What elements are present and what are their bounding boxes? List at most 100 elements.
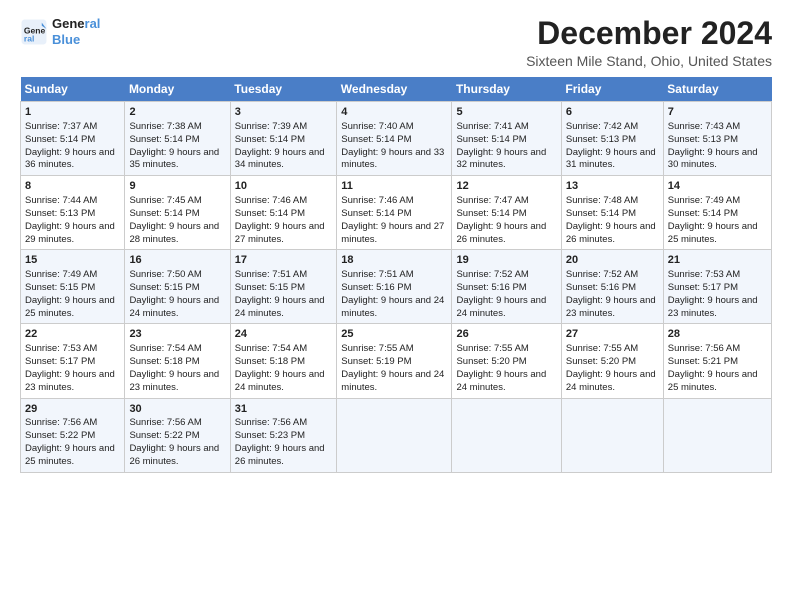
sunset-text: Sunset: 5:14 PM <box>235 208 305 219</box>
daylight-text: Daylight: 9 hours and 23 minutes. <box>668 295 758 319</box>
sunset-text: Sunset: 5:23 PM <box>235 430 305 441</box>
daylight-text: Daylight: 9 hours and 33 minutes. <box>341 147 444 171</box>
day-number: 20 <box>566 253 659 268</box>
calendar-cell <box>663 398 771 472</box>
calendar-week-3: 15Sunrise: 7:49 AMSunset: 5:15 PMDayligh… <box>21 250 772 324</box>
day-number: 4 <box>341 105 447 120</box>
calendar-cell: 30Sunrise: 7:56 AM Sunset: 5:22 PM Dayligh… <box>125 398 230 472</box>
sunrise-text: Sunrise: 7:46 AM <box>341 195 413 206</box>
daylight-text: Daylight: 9 hours and 27 minutes. <box>341 221 444 245</box>
daylight-text: Daylight: 9 hours and 30 minutes. <box>668 147 758 171</box>
col-tuesday: Tuesday <box>230 77 337 102</box>
daylight-text: Daylight: 9 hours and 29 minutes. <box>25 221 115 245</box>
daylight-text: Daylight: 9 hours and 31 minutes. <box>566 147 656 171</box>
sunset-text: Sunset: 5:22 PM <box>129 430 199 441</box>
calendar-cell: 11Sunrise: 7:46 AMSunset: 5:14 PMDayligh… <box>337 176 452 250</box>
sunrise-text: Sunrise: 7:38 AM <box>129 121 201 132</box>
calendar-cell: 21Sunrise: 7:53 AMSunset: 5:17 PMDayligh… <box>663 250 771 324</box>
sunset-text: Sunset: 5:17 PM <box>25 356 95 367</box>
sunrise-text: Sunrise: 7:54 AM <box>129 343 201 354</box>
daylight-text: Daylight: 9 hours and 26 minutes. <box>456 221 546 245</box>
sunset-text: Sunset: 5:20 PM <box>456 356 526 367</box>
calendar-cell: 24Sunrise: 7:54 AMSunset: 5:18 PMDayligh… <box>230 324 337 398</box>
sunrise-text: Sunrise: 7:49 AM <box>25 269 97 280</box>
sunset-text: Sunset: 5:14 PM <box>129 208 199 219</box>
sunset-text: Sunset: 5:14 PM <box>668 208 738 219</box>
daylight-text: Daylight: 9 hours and 24 minutes. <box>235 295 325 319</box>
calendar-cell: 16Sunrise: 7:50 AMSunset: 5:15 PMDayligh… <box>125 250 230 324</box>
calendar-cell: 22Sunrise: 7:53 AMSunset: 5:17 PMDayligh… <box>21 324 125 398</box>
sunrise-text: Sunrise: 7:56 AM <box>25 417 97 428</box>
calendar-cell: 8Sunrise: 7:44 AMSunset: 5:13 PMDaylight… <box>21 176 125 250</box>
sunrise-text: Sunrise: 7:54 AM <box>235 343 307 354</box>
calendar-cell: 23Sunrise: 7:54 AMSunset: 5:18 PMDayligh… <box>125 324 230 398</box>
sunrise-text: Sunrise: 7:41 AM <box>456 121 528 132</box>
day-number: 7 <box>668 105 767 120</box>
sunset-text: Sunset: 5:16 PM <box>341 282 411 293</box>
sunset-text: Sunset: 5:15 PM <box>235 282 305 293</box>
calendar-cell: 7Sunrise: 7:43 AM Sunset: 5:13 PM Daylight… <box>663 102 771 176</box>
sunrise-text: Sunrise: 7:55 AM <box>341 343 413 354</box>
day-number: 21 <box>668 253 767 268</box>
calendar-cell: 6Sunrise: 7:42 AMSunset: 5:13 PMDaylight… <box>561 102 663 176</box>
calendar-cell: 31Sunrise: 7:56 AMSunset: 5:23 PMDayligh… <box>230 398 337 472</box>
sunrise-text: Sunrise: 7:44 AM <box>25 195 97 206</box>
sunrise-text: Sunrise: 7:42 AM <box>566 121 638 132</box>
calendar-cell: 1Sunrise: 7:37 AMSunset: 5:14 PMDaylight… <box>21 102 125 176</box>
daylight-text: Daylight: 9 hours and 23 minutes. <box>129 369 219 393</box>
day-number: 16 <box>129 253 225 268</box>
day-number: 12 <box>456 179 556 194</box>
sunset-text: Sunset: 5:15 PM <box>25 282 95 293</box>
svg-text:ral: ral <box>24 33 34 43</box>
header-row: Sunday Monday Tuesday Wednesday Thursday… <box>21 77 772 102</box>
sunrise-text: Sunrise: 7:45 AM <box>129 195 201 206</box>
daylight-text: Daylight: 9 hours and 24 minutes. <box>456 369 546 393</box>
calendar-cell <box>452 398 561 472</box>
sunset-text: Sunset: 5:13 PM <box>25 208 95 219</box>
daylight-text: Daylight: 9 hours and 34 minutes. <box>235 147 325 171</box>
sunset-text: Sunset: 5:17 PM <box>668 282 738 293</box>
sunrise-text: Sunrise: 7:40 AM <box>341 121 413 132</box>
daylight-text: Daylight: 9 hours and 25 minutes. <box>668 221 758 245</box>
daylight-text: Daylight: 9 hours and 26 minutes. <box>566 221 656 245</box>
day-number: 2 <box>129 105 225 120</box>
day-number: 30 <box>129 402 225 417</box>
sunset-text: Sunset: 5:19 PM <box>341 356 411 367</box>
day-number: 28 <box>668 327 767 342</box>
sunrise-text: Sunrise: 7:53 AM <box>25 343 97 354</box>
calendar-cell: 27Sunrise: 7:55 AMSunset: 5:20 PMDayligh… <box>561 324 663 398</box>
day-number: 1 <box>25 105 120 120</box>
sunrise-text: Sunrise: 7:52 AM <box>566 269 638 280</box>
day-number: 25 <box>341 327 447 342</box>
daylight-text: Daylight: 9 hours and 24 minutes. <box>566 369 656 393</box>
calendar-week-1: 1Sunrise: 7:37 AMSunset: 5:14 PMDaylight… <box>21 102 772 176</box>
day-number: 23 <box>129 327 225 342</box>
calendar-cell: 29Sunrise: 7:56 AMSunset: 5:22 PMDayligh… <box>21 398 125 472</box>
sunrise-text: Sunrise: 7:51 AM <box>341 269 413 280</box>
sunset-text: Sunset: 5:14 PM <box>129 134 199 145</box>
sunrise-text: Sunrise: 7:56 AM <box>129 417 201 428</box>
daylight-text: Daylight: 9 hours and 26 minutes. <box>129 443 219 467</box>
daylight-text: Daylight: 9 hours and 28 minutes. <box>129 221 219 245</box>
day-number: 26 <box>456 327 556 342</box>
sunrise-text: Sunrise: 7:51 AM <box>235 269 307 280</box>
day-number: 6 <box>566 105 659 120</box>
day-number: 29 <box>25 402 120 417</box>
day-number: 14 <box>668 179 767 194</box>
sunset-text: Sunset: 5:13 PM <box>668 134 738 145</box>
calendar-week-4: 22Sunrise: 7:53 AMSunset: 5:17 PMDayligh… <box>21 324 772 398</box>
day-number: 10 <box>235 179 333 194</box>
daylight-text: Daylight: 9 hours and 35 minutes. <box>129 147 219 171</box>
calendar-table: Sunday Monday Tuesday Wednesday Thursday… <box>20 77 772 472</box>
daylight-text: Daylight: 9 hours and 25 minutes. <box>25 295 115 319</box>
sunrise-text: Sunrise: 7:43 AM <box>668 121 740 132</box>
logo: Gene ral General Blue <box>20 16 100 47</box>
daylight-text: Daylight: 9 hours and 26 minutes. <box>235 443 325 467</box>
subtitle: Sixteen Mile Stand, Ohio, United States <box>526 53 772 69</box>
day-number: 9 <box>129 179 225 194</box>
daylight-text: Daylight: 9 hours and 32 minutes. <box>456 147 546 171</box>
day-number: 17 <box>235 253 333 268</box>
sunset-text: Sunset: 5:22 PM <box>25 430 95 441</box>
daylight-text: Daylight: 9 hours and 23 minutes. <box>25 369 115 393</box>
sunrise-text: Sunrise: 7:50 AM <box>129 269 201 280</box>
